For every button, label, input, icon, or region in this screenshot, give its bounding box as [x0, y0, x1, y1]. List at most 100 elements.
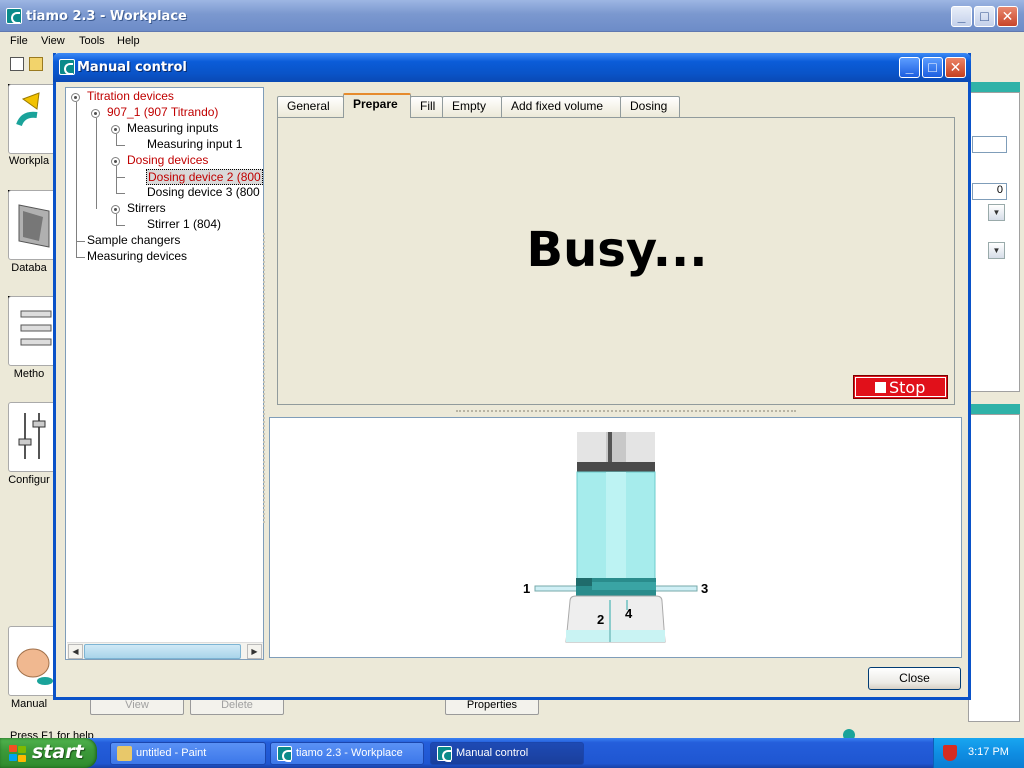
nav-workplace-button[interactable] [8, 84, 56, 154]
tree-expander-icon[interactable] [111, 205, 120, 214]
horizontal-splitter[interactable] [456, 410, 796, 413]
start-button[interactable]: start [0, 738, 97, 768]
tree-item-measuring-inputs[interactable]: Measuring inputs [127, 121, 218, 135]
configuration-sliders-icon [18, 413, 46, 459]
taskbar-manual-control-label: Manual control [456, 747, 529, 759]
dialog-close-x-button[interactable]: ✕ [945, 57, 966, 78]
nav-database-button[interactable] [8, 190, 56, 260]
menu-bar: File View Tools Help [0, 32, 1024, 52]
tree-item-dosing-device-3[interactable]: Dosing device 3 (800 [147, 185, 260, 199]
right-panel-header-2 [968, 404, 1020, 414]
nav-database-label: Databa [11, 262, 47, 274]
tree-item-stirrer-1[interactable]: Stirrer 1 (804) [147, 217, 221, 231]
tree-line [116, 225, 125, 226]
scroll-right-arrow-icon[interactable]: ▶ [247, 644, 262, 659]
nav-configuration-button[interactable] [8, 402, 56, 472]
nav-method-label: Metho [13, 368, 45, 380]
tree-item-stirrers[interactable]: Stirrers [127, 201, 166, 215]
tab-prepare[interactable]: Prepare [343, 93, 411, 118]
tree-expander-icon[interactable] [111, 125, 120, 134]
tree-line [76, 102, 77, 257]
clock[interactable]: 3:17 PM [968, 746, 1009, 758]
tree-item-measuring-devices[interactable]: Measuring devices [87, 249, 187, 263]
stop-button-label: Stop [889, 378, 926, 397]
main-minimize-button[interactable]: _ [951, 6, 972, 27]
main-window-title: tiamo 2.3 - Workplace [26, 9, 187, 24]
right-panel-header [968, 82, 1020, 92]
tree-horizontal-scrollbar[interactable]: ◀ ▶ [67, 642, 263, 659]
tab-add-fixed-volume[interactable]: Add fixed volume [501, 96, 621, 117]
main-titlebar[interactable]: tiamo 2.3 - Workplace _ □ ✕ [0, 0, 1024, 32]
tiamo-app-icon [6, 8, 22, 24]
port-1-label: 1 [523, 581, 531, 596]
tab-area: General Prepare Fill Empty Add fixed vol… [269, 87, 962, 408]
scroll-left-arrow-icon[interactable]: ◀ [68, 644, 83, 659]
main-maximize-button[interactable]: □ [974, 6, 995, 27]
taskbar-paint-button[interactable]: untitled - Paint [110, 742, 266, 765]
taskbar-workplace-label: tiamo 2.3 - Workplace [296, 747, 403, 759]
tab-empty[interactable]: Empty [442, 96, 502, 117]
minimize-icon: _ [957, 8, 966, 24]
menu-help[interactable]: Help [117, 35, 140, 47]
right-number-field[interactable]: 0 [972, 183, 1007, 200]
database-icon [18, 204, 50, 248]
tree-item-measuring-input-1[interactable]: Measuring input 1 [147, 137, 242, 151]
right-panel-bottom [968, 414, 1020, 722]
taskbar-paint-label: untitled - Paint [136, 747, 207, 759]
tree-item-titration-devices[interactable]: Titration devices [87, 89, 174, 103]
port-4-label: 4 [625, 606, 633, 621]
tab-fill[interactable]: Fill [410, 96, 443, 117]
start-label: start [32, 741, 84, 763]
nav-method-button[interactable] [8, 296, 56, 366]
tab-dosing[interactable]: Dosing [620, 96, 680, 117]
nav-configuration-label: Configur [8, 474, 50, 486]
open-folder-icon[interactable] [29, 57, 43, 71]
dialog-minimize-button[interactable]: _ [899, 57, 920, 78]
security-shield-icon[interactable] [943, 745, 957, 761]
tree-item-sample-changers[interactable]: Sample changers [87, 233, 180, 247]
tree-expander-icon[interactable] [71, 93, 80, 102]
main-close-button[interactable]: ✕ [997, 6, 1018, 27]
scrollbar-thumb[interactable] [84, 644, 241, 659]
tree-expander-icon[interactable] [111, 157, 120, 166]
maximize-icon: □ [928, 59, 937, 75]
menu-tools[interactable]: Tools [79, 35, 105, 47]
taskbar-workplace-button[interactable]: tiamo 2.3 - Workplace [270, 742, 424, 765]
close-icon: ✕ [949, 59, 962, 75]
tiamo-icon [437, 746, 452, 762]
tree-line [116, 166, 117, 193]
menu-view[interactable]: View [41, 35, 65, 47]
burette-graphic [534, 432, 698, 643]
dosing-unit-graphic-panel: 1 2 3 4 [269, 417, 962, 658]
tiamo-icon [277, 746, 292, 762]
right-dropdown-arrow-icon-2[interactable]: ▼ [988, 242, 1005, 259]
tree-line [116, 193, 125, 194]
right-text-field[interactable] [972, 136, 1007, 153]
vertical-splitter[interactable] [263, 233, 266, 523]
tab-general[interactable]: General [277, 96, 344, 117]
tree-item-dosing-devices[interactable]: Dosing devices [127, 153, 208, 167]
nav-manual-button[interactable] [8, 626, 56, 696]
dialog-titlebar[interactable]: Manual control _ □ ✕ [53, 53, 971, 82]
method-icon [20, 310, 52, 346]
tree-item-907-titrando[interactable]: 907_1 (907 Titrando) [107, 105, 218, 119]
taskbar-manual-control-button[interactable]: Manual control [430, 742, 584, 765]
close-button[interactable]: Close [868, 667, 961, 690]
right-dropdown-arrow-icon[interactable]: ▼ [988, 204, 1005, 221]
tree-line [116, 134, 117, 145]
system-tray: 3:17 PM [933, 738, 1024, 768]
tree-item-dosing-device-2[interactable]: Dosing device 2 (800 [146, 169, 263, 185]
dialog-maximize-button[interactable]: □ [922, 57, 943, 78]
nav-workplace-label: Workpla [8, 155, 50, 167]
tree-line [76, 257, 85, 258]
tree-expander-icon[interactable] [91, 109, 100, 118]
stop-button[interactable]: Stop [853, 375, 948, 399]
manual-hand-icon [16, 648, 53, 685]
new-file-icon[interactable] [10, 57, 24, 71]
menu-file[interactable]: File [10, 35, 28, 47]
maximize-icon: □ [980, 8, 989, 24]
nav-manual-label: Manual [10, 698, 48, 710]
tree-line [76, 241, 85, 242]
taskbar: start untitled - Paint tiamo 2.3 - Workp… [0, 738, 1024, 768]
close-icon: ✕ [1001, 8, 1014, 24]
